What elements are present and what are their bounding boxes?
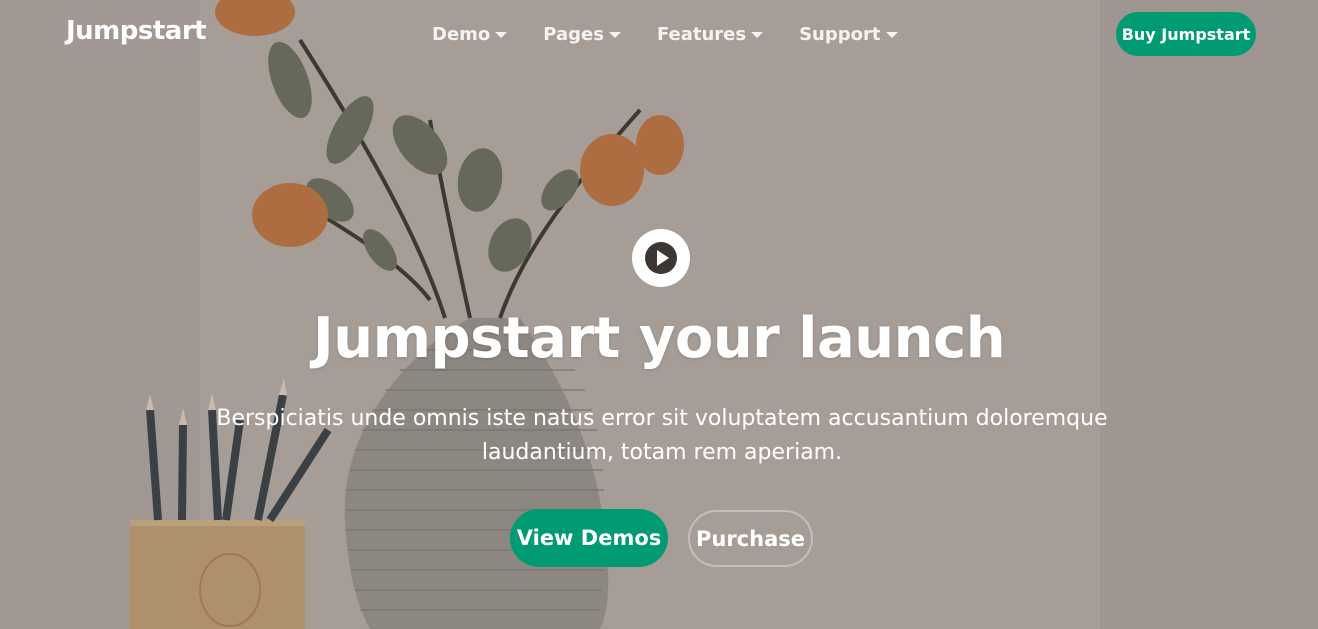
nav-item-label: Features <box>656 23 747 45</box>
purchase-button[interactable]: Purchase <box>688 510 813 567</box>
brand-logo[interactable]: Jumpstart <box>66 16 207 46</box>
hero-section: Jumpstart Demo Pages Features Support Bu… <box>0 0 1318 629</box>
nav-item-features[interactable]: Features <box>656 22 764 46</box>
buy-jumpstart-button[interactable]: Buy Jumpstart <box>1116 12 1256 56</box>
play-video-button[interactable] <box>632 229 690 287</box>
view-demos-button[interactable]: View Demos <box>510 509 668 567</box>
nav-item-label: Pages <box>543 23 604 45</box>
caret-down-icon <box>751 32 764 38</box>
caret-down-icon <box>885 32 898 38</box>
nav-item-pages[interactable]: Pages <box>543 22 621 46</box>
nav-item-demo[interactable]: Demo <box>432 22 508 46</box>
hero-subtitle: Berspiciatis unde omnis iste natus error… <box>216 406 1108 465</box>
nav-item-label: Demo <box>432 23 491 45</box>
nav-item-support[interactable]: Support <box>799 22 898 46</box>
hero-title: Jumpstart your launch <box>312 306 1006 371</box>
caret-down-icon <box>495 32 508 38</box>
caret-down-icon <box>608 32 621 38</box>
main-nav: Demo Pages Features Support <box>432 22 934 46</box>
nav-item-label: Support <box>799 23 881 45</box>
play-icon <box>645 242 677 274</box>
